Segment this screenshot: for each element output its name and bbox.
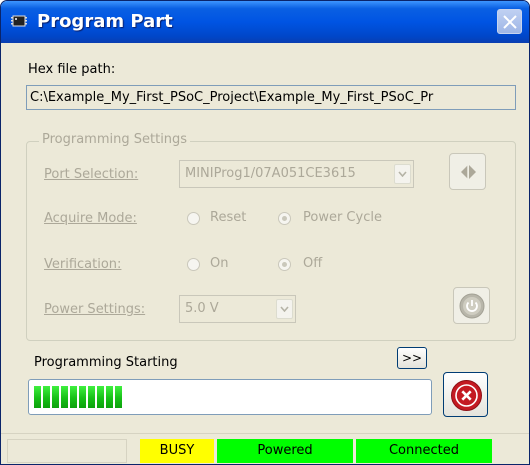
programming-status-text: Programming Starting — [34, 355, 178, 370]
progress-segment — [61, 386, 68, 408]
acquire-reset-radio[interactable] — [187, 212, 200, 225]
radio-selected-dot — [282, 216, 287, 221]
chevron-down-icon[interactable] — [276, 299, 293, 319]
programming-progress-bar — [28, 379, 432, 415]
chevron-down-icon[interactable] — [394, 164, 411, 184]
progress-segment — [52, 386, 59, 408]
programming-settings-legend: Programming Settings — [39, 132, 191, 147]
port-selection-value: MINIProg1/07A051CE3615 — [185, 166, 356, 181]
hex-file-path-field[interactable]: C:\Example_My_First_PSoC_Project\Example… — [26, 85, 516, 110]
verification-off-label: Off — [303, 256, 323, 271]
progress-segment — [43, 386, 50, 408]
toggle-port-button[interactable] — [449, 153, 486, 190]
stop-icon — [451, 380, 482, 411]
acquire-power-cycle-label: Power Cycle — [303, 210, 382, 225]
power-icon — [459, 293, 485, 319]
stop-programming-button[interactable] — [443, 372, 488, 417]
acquire-mode-label: Acquire Mode: — [44, 211, 137, 226]
power-toggle-button[interactable] — [453, 287, 490, 324]
swap-arrows-icon — [461, 164, 476, 181]
title-bar[interactable]: Program Part — [1, 1, 529, 43]
status-bar: BUSY Powered Connected — [1, 433, 529, 464]
acquire-reset-label: Reset — [210, 210, 247, 225]
progress-segment — [106, 386, 113, 408]
verification-off-radio[interactable] — [278, 258, 291, 271]
progress-segment — [115, 386, 122, 408]
port-selection-dropdown[interactable]: MINIProg1/07A051CE3615 — [179, 160, 414, 188]
status-bar-empty-cell — [7, 439, 127, 463]
powered-indicator: Powered — [217, 439, 353, 463]
radio-selected-dot — [282, 262, 287, 267]
hex-file-label: Hex file path: — [28, 62, 116, 77]
program-part-window: Program Part Hex file path: C:\Example_M… — [0, 0, 530, 465]
acquire-power-cycle-radio[interactable] — [278, 212, 291, 225]
progress-segment — [79, 386, 86, 408]
close-icon — [503, 15, 517, 29]
expand-log-button[interactable]: >> — [397, 347, 427, 369]
progress-segment — [34, 386, 41, 408]
progress-segment — [70, 386, 77, 408]
progress-segment — [97, 386, 104, 408]
progress-segment — [88, 386, 95, 408]
verification-label: Verification: — [44, 257, 122, 272]
close-button[interactable] — [497, 9, 522, 34]
port-selection-label: Port Selection: — [44, 167, 139, 182]
connected-indicator: Connected — [356, 439, 492, 463]
busy-indicator: BUSY — [140, 439, 214, 463]
chip-icon — [10, 12, 28, 30]
power-settings-dropdown[interactable]: 5.0 V — [179, 295, 296, 323]
window-title: Program Part — [37, 11, 173, 32]
power-settings-value: 5.0 V — [185, 301, 219, 316]
verification-on-label: On — [210, 256, 229, 271]
verification-on-radio[interactable] — [187, 258, 200, 271]
power-settings-label: Power Settings: — [44, 302, 146, 317]
